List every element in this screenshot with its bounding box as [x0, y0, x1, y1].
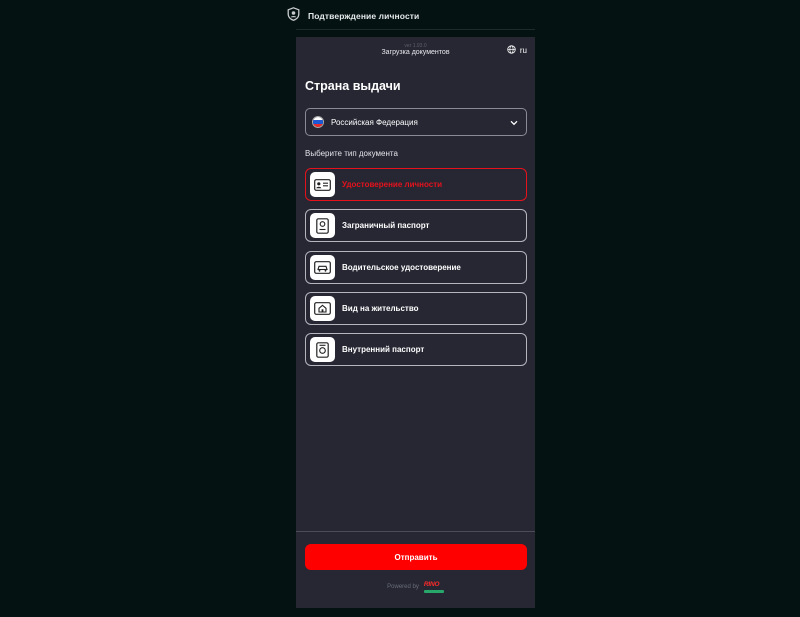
- powered-by-text: Powered by: [387, 584, 419, 591]
- id-card-icon: [310, 172, 335, 197]
- russia-flag-icon: [312, 116, 324, 128]
- doc-option-residence-permit[interactable]: Вид на жительство: [305, 291, 527, 325]
- language-switcher[interactable]: ru: [507, 45, 527, 56]
- doc-option-label: Водительское удостоверение: [342, 262, 461, 272]
- header-divider: [296, 29, 535, 30]
- submit-button[interactable]: Отправить: [305, 544, 527, 570]
- country-select-value: Российская Федерация: [331, 117, 418, 127]
- doc-option-id-card[interactable]: Удостоверение личности: [305, 168, 527, 201]
- app-header: Подтверждение личности: [287, 6, 420, 26]
- country-heading: Страна выдачи: [305, 79, 401, 93]
- document-type-label: Выберите тип документа: [305, 149, 398, 158]
- residence-permit-icon: [310, 295, 335, 321]
- passport-icon: [310, 213, 335, 239]
- footer-divider: [296, 531, 535, 532]
- driver-license-icon: [310, 254, 335, 280]
- document-type-list: Удостоверение личности Заграничный паспо…: [305, 168, 527, 374]
- brand-logo-text: RINO: [423, 581, 440, 588]
- doc-option-foreign-passport[interactable]: Заграничный паспорт: [305, 209, 527, 243]
- doc-option-label: Внутренний паспорт: [342, 345, 425, 355]
- section-title: Загрузка документов: [381, 49, 450, 56]
- chevron-down-icon: [510, 113, 518, 131]
- doc-option-driver-license[interactable]: Водительское удостоверение: [305, 250, 527, 284]
- doc-option-internal-passport[interactable]: Внутренний паспорт: [305, 333, 527, 367]
- language-code: ru: [519, 46, 527, 55]
- brand-logo: RINO: [423, 581, 444, 593]
- doc-option-label: Заграничный паспорт: [342, 221, 430, 231]
- shield-icon: [287, 6, 300, 26]
- document-upload-panel: ver 1.93.0 Загрузка документов ru Страна…: [296, 37, 535, 608]
- page-title: Подтверждение личности: [308, 11, 420, 21]
- doc-option-label: Вид на жительство: [342, 303, 419, 313]
- country-select[interactable]: Российская Федерация: [305, 108, 527, 136]
- globe-icon: [507, 45, 516, 56]
- doc-option-label: Удостоверение личности: [342, 180, 443, 189]
- brand-logo-bar: [423, 589, 444, 593]
- panel-top-bar: ver 1.93.0 Загрузка документов ru: [296, 37, 535, 77]
- powered-by: Powered by RINO: [296, 581, 535, 593]
- internal-passport-icon: [310, 337, 335, 363]
